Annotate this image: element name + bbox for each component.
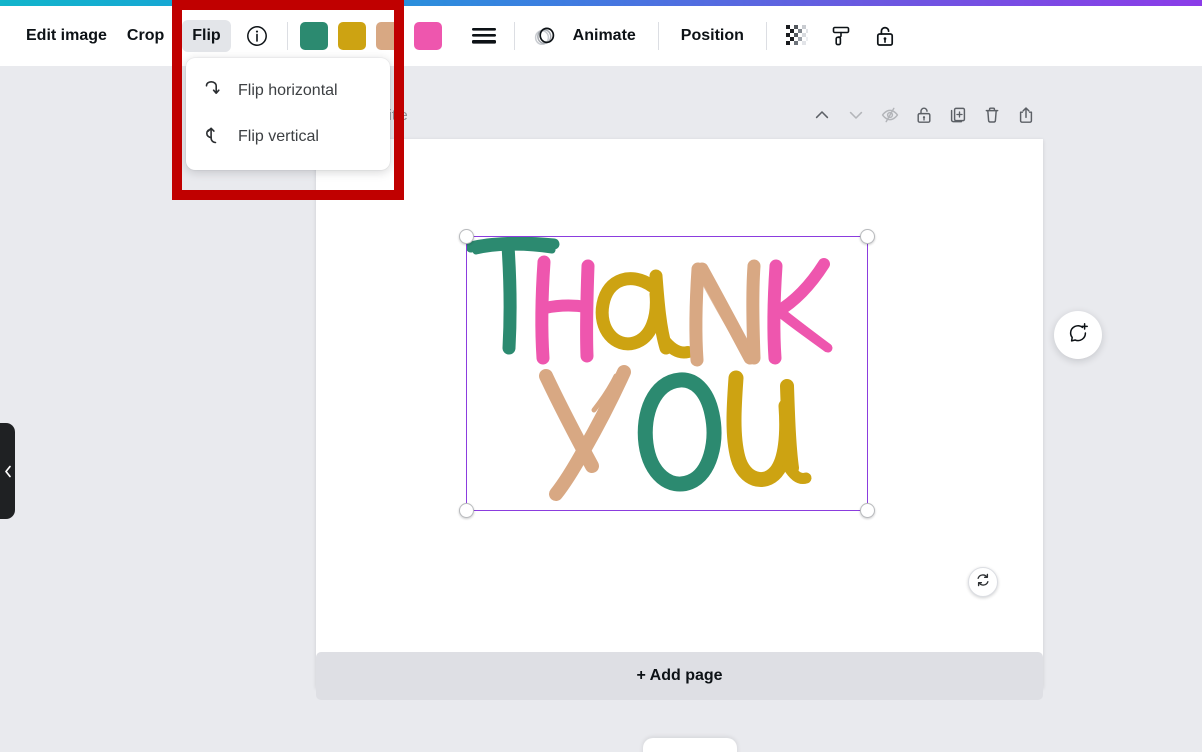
editor-workspace: Add page title — [0, 66, 1202, 752]
flip-vertical-arrow-icon — [202, 124, 224, 151]
add-comment-icon — [1067, 322, 1089, 349]
teal-swatch[interactable] — [300, 22, 328, 50]
unlocked-padlock-icon[interactable] — [867, 18, 903, 54]
duplicate-page-button[interactable] — [941, 98, 975, 132]
toolbar-divider-3 — [658, 22, 659, 50]
crop-button[interactable]: Crop — [117, 20, 174, 52]
chevron-left-icon — [4, 465, 12, 478]
design-canvas-page[interactable] — [316, 139, 1043, 688]
rotate-icon — [975, 572, 991, 593]
flip-vertical-label: Flip vertical — [238, 128, 319, 146]
collapse-left-panel-button[interactable] — [0, 423, 15, 519]
transparency-checkerboard-icon[interactable] — [779, 18, 815, 54]
delete-page-button[interactable] — [975, 98, 1009, 132]
position-button[interactable]: Position — [671, 20, 754, 52]
paint-roller-icon[interactable] — [823, 18, 859, 54]
info-circle-icon[interactable] — [239, 18, 275, 54]
flip-horizontal-label: Flip horizontal — [238, 82, 338, 100]
expand-page-button[interactable] — [1009, 98, 1043, 132]
chevron-up-icon — [683, 748, 697, 752]
spacing-lines-icon[interactable] — [466, 18, 502, 54]
flip-button[interactable]: Flip — [182, 20, 230, 52]
image-toolbar: Edit image Crop Flip — [0, 6, 1202, 66]
move-page-up-button[interactable] — [805, 98, 839, 132]
flip-vertical-menu-item[interactable]: Flip vertical — [186, 114, 390, 160]
edit-image-button[interactable]: Edit image — [16, 20, 117, 52]
move-page-down-button[interactable] — [839, 98, 873, 132]
toolbar-divider-2 — [514, 22, 515, 50]
lock-page-button[interactable] — [907, 98, 941, 132]
pink-swatch[interactable] — [414, 22, 442, 50]
flip-horizontal-menu-item[interactable]: Flip horizontal — [186, 68, 390, 114]
toolbar-divider-1 — [287, 22, 288, 50]
thank-you-artwork[interactable] — [466, 236, 868, 511]
add-page-button[interactable]: + Add page — [316, 652, 1043, 700]
flip-horizontal-arrow-icon — [202, 78, 224, 105]
gold-swatch[interactable] — [338, 22, 366, 50]
editor-window: Edit image Crop Flip — [0, 0, 1202, 752]
animate-button[interactable]: Animate — [527, 18, 646, 54]
flip-dropdown-menu: Flip horizontal Flip vertical — [186, 58, 390, 170]
animate-circles-icon — [527, 18, 563, 54]
toolbar-divider-4 — [766, 22, 767, 50]
hide-page-button[interactable] — [873, 98, 907, 132]
add-comment-button[interactable] — [1054, 311, 1102, 359]
tan-swatch[interactable] — [376, 22, 404, 50]
page-header: Add page title — [316, 98, 1043, 132]
animate-label: Animate — [563, 20, 646, 52]
bottom-bar-expand-handle[interactable] — [643, 738, 737, 752]
rotate-handle-button[interactable] — [968, 567, 998, 597]
top-gradient-bar — [0, 0, 1202, 6]
